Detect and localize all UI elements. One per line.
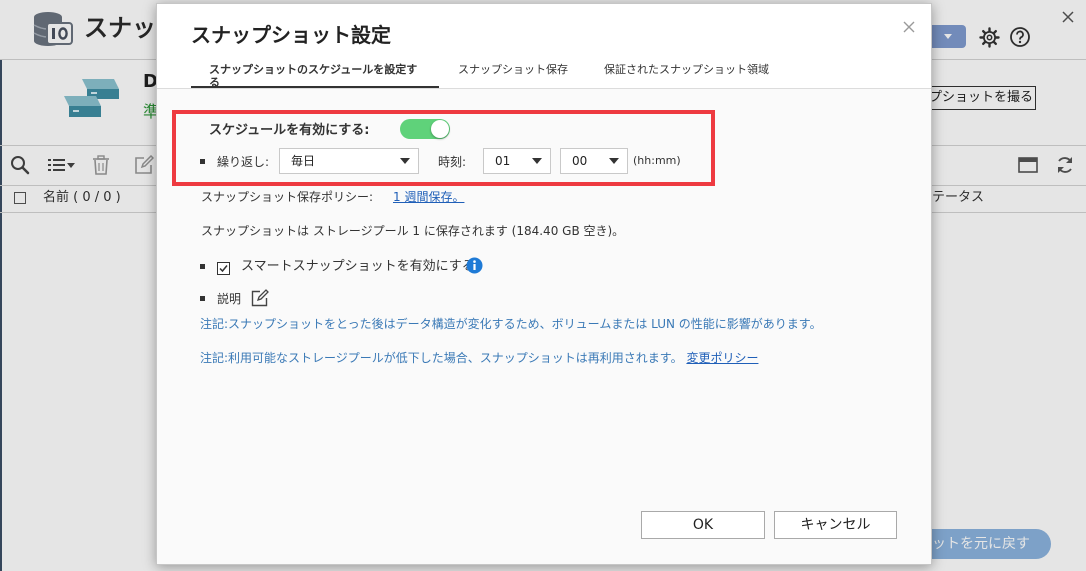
repeat-label: 繰り返し:: [217, 155, 270, 169]
close-icon[interactable]: [903, 18, 915, 33]
bullet: [200, 296, 205, 301]
storage-info-text: スナップショットは ストレージプール 1 に保存されます (184.40 GB …: [201, 224, 625, 238]
minute-select-value: 00: [572, 154, 588, 168]
enable-schedule-label: スケジュールを有効にする:: [209, 123, 370, 138]
repeat-select-value: 毎日: [291, 154, 316, 168]
repeat-select[interactable]: 毎日: [279, 148, 419, 174]
toggle-knob: [431, 120, 449, 138]
description-label: 説明: [217, 292, 242, 306]
smart-snapshot-checkbox[interactable]: [217, 260, 230, 275]
ok-button[interactable]: OK: [641, 511, 765, 539]
info-icon[interactable]: [466, 257, 483, 274]
chevron-down-icon: [532, 158, 542, 164]
hour-select-value: 01: [495, 154, 511, 168]
time-label: 時刻:: [438, 155, 467, 169]
enable-schedule-toggle[interactable]: [400, 119, 450, 139]
bullet: [200, 264, 205, 269]
retention-policy-link[interactable]: 1 週間保存。: [393, 189, 464, 205]
tab-guaranteed-space[interactable]: 保証されたスナップショット領域: [604, 63, 769, 76]
note-recycle: 注記:利用可能なストレージプールが低下した場合、スナップショットは再利用されます…: [200, 350, 758, 366]
chevron-down-icon: [400, 158, 410, 164]
cancel-button[interactable]: キャンセル: [774, 511, 897, 539]
chevron-down-icon: [609, 158, 619, 164]
change-policy-link[interactable]: 変更ポリシー: [686, 351, 758, 365]
tab-bar-divider: [157, 88, 931, 89]
bullet: [200, 159, 205, 164]
edit-description-icon[interactable]: [251, 289, 269, 307]
snapshot-settings-dialog: スナップショット設定 スナップショットのスケジュールを設定する スナップショット…: [156, 3, 932, 565]
note-recycle-text: 注記:利用可能なストレージプールが低下した場合、スナップショットは再利用されます…: [200, 351, 683, 365]
smart-snapshot-label: スマートスナップショットを有効にする: [241, 259, 475, 274]
hour-select[interactable]: 01: [483, 148, 551, 174]
time-format-hint: (hh:mm): [633, 154, 681, 167]
note-performance: 注記:スナップショットをとった後はデータ構造が変化するため、ボリュームまたは L…: [200, 317, 822, 331]
minute-select[interactable]: 00: [560, 148, 628, 174]
retention-policy-label: スナップショット保存ポリシー:: [201, 190, 374, 204]
tab-retention[interactable]: スナップショット保存: [458, 63, 568, 76]
dialog-title: スナップショット設定: [191, 23, 391, 47]
